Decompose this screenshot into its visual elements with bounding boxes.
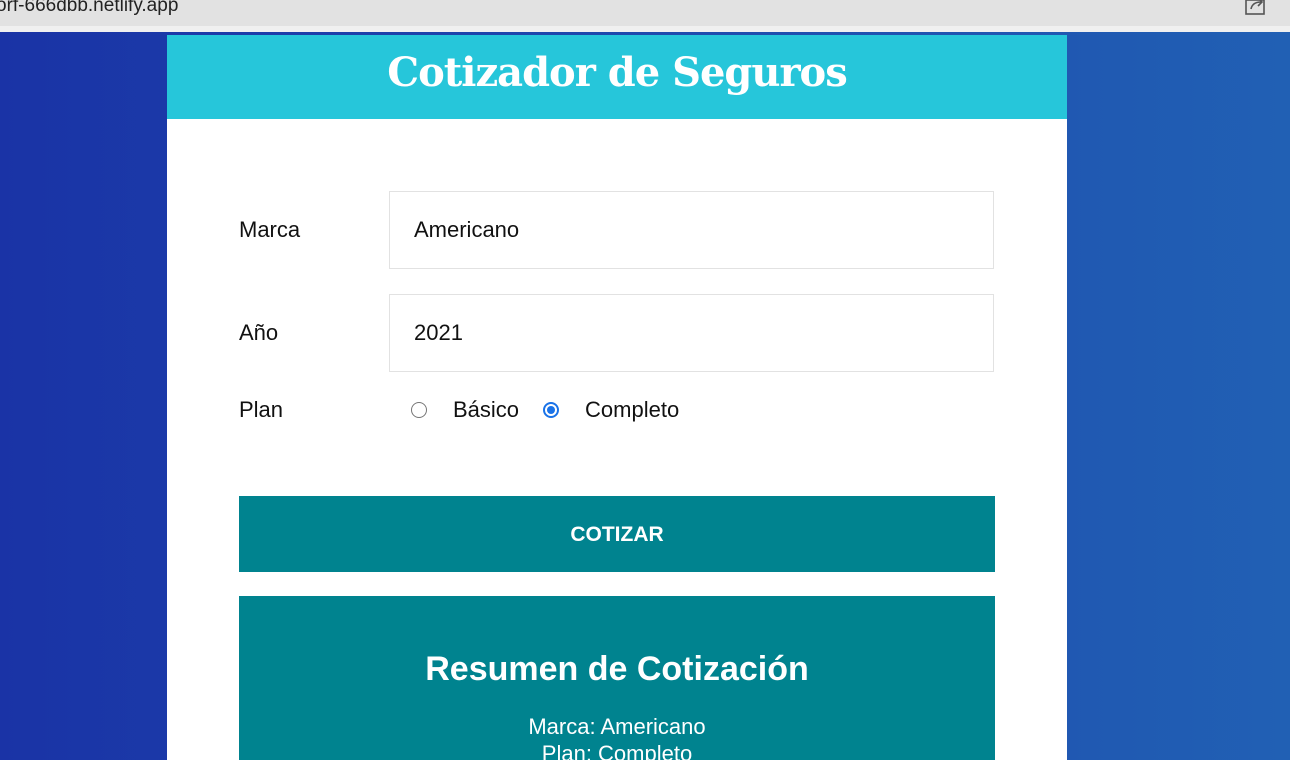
address-url[interactable]: orf-666dbb.netlify.app bbox=[0, 0, 178, 17]
plan-basico-label[interactable]: Básico bbox=[453, 397, 519, 423]
quote-card: Cotizador de Seguros Marca Americano Año… bbox=[167, 35, 1067, 760]
resumen-marca: Marca: Americano bbox=[528, 714, 706, 739]
header: Cotizador de Seguros bbox=[167, 35, 1067, 119]
resumen-title: Resumen de Cotización bbox=[425, 650, 809, 688]
browser-address-bar: orf-666dbb.netlify.app bbox=[0, 0, 1290, 32]
share-icon[interactable] bbox=[1243, 0, 1269, 16]
page-title: Cotizador de Seguros bbox=[387, 49, 847, 96]
plan-label: Plan bbox=[239, 397, 284, 422]
plan-radio-group: Básico Completo bbox=[411, 395, 679, 425]
plan-basico-radio[interactable] bbox=[411, 402, 427, 418]
cotizar-button[interactable]: COTIZAR bbox=[239, 496, 995, 572]
resumen-panel: Resumen de Cotización Marca: Americano P… bbox=[239, 596, 995, 760]
anio-select[interactable]: 2021 bbox=[389, 294, 994, 372]
anio-label: Año bbox=[239, 320, 279, 345]
plan-completo-label[interactable]: Completo bbox=[585, 397, 679, 423]
plan-completo-radio[interactable] bbox=[543, 402, 560, 418]
resumen-plan: Plan: Completo bbox=[541, 741, 693, 760]
marca-label: Marca bbox=[239, 217, 301, 242]
marca-select[interactable]: Americano bbox=[389, 191, 994, 269]
